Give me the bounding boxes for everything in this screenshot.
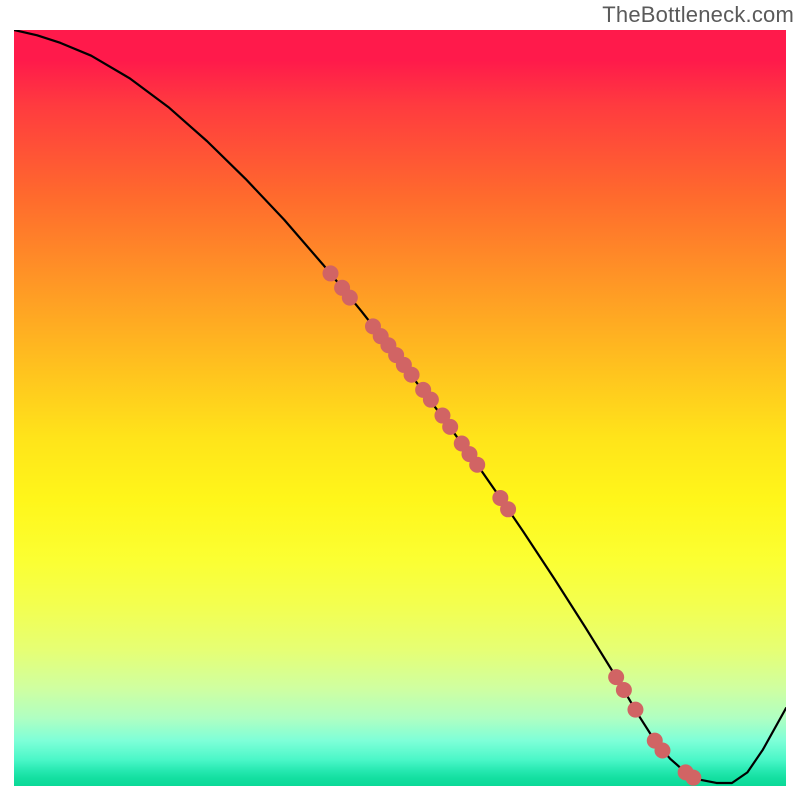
chart-svg: [14, 30, 786, 786]
data-marker: [442, 419, 458, 435]
chart-stage: TheBottleneck.com: [0, 0, 800, 800]
data-marker: [423, 392, 439, 408]
data-marker: [616, 682, 632, 698]
data-marker: [500, 501, 516, 517]
data-marker: [342, 290, 358, 306]
data-marker: [627, 702, 643, 718]
data-marker: [323, 265, 339, 281]
data-marker: [654, 742, 670, 758]
data-markers-group: [323, 265, 702, 785]
gradient-plot-area: [14, 30, 786, 786]
data-marker: [469, 457, 485, 473]
data-marker: [404, 367, 420, 383]
data-marker: [685, 770, 701, 786]
bottleneck-curve: [14, 30, 786, 783]
watermark-text: TheBottleneck.com: [602, 2, 794, 28]
